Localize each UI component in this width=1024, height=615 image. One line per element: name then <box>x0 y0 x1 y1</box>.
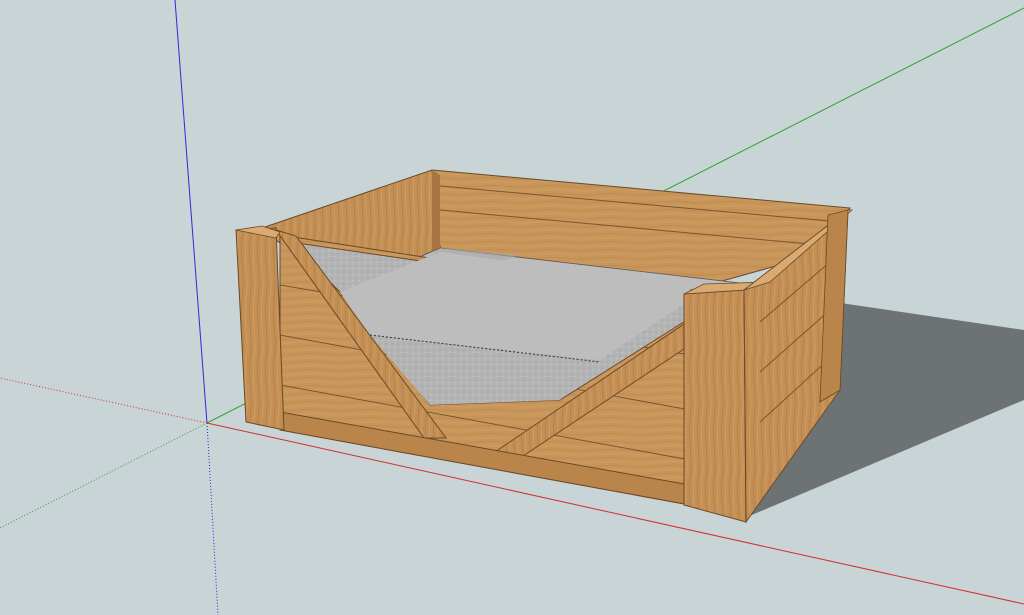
corner-post-front-right[interactable] <box>683 289 747 523</box>
y-axis-negative <box>0 422 208 529</box>
3d-viewport[interactable] <box>0 0 1024 615</box>
corner-post-back-left <box>432 170 440 250</box>
corner-post-front-left[interactable] <box>235 227 285 431</box>
dog-bed-model[interactable] <box>235 169 854 524</box>
x-axis-negative <box>0 377 208 424</box>
z-axis-negative <box>206 422 219 615</box>
model-canvas[interactable] <box>0 0 1024 615</box>
z-axis-positive <box>174 0 208 424</box>
